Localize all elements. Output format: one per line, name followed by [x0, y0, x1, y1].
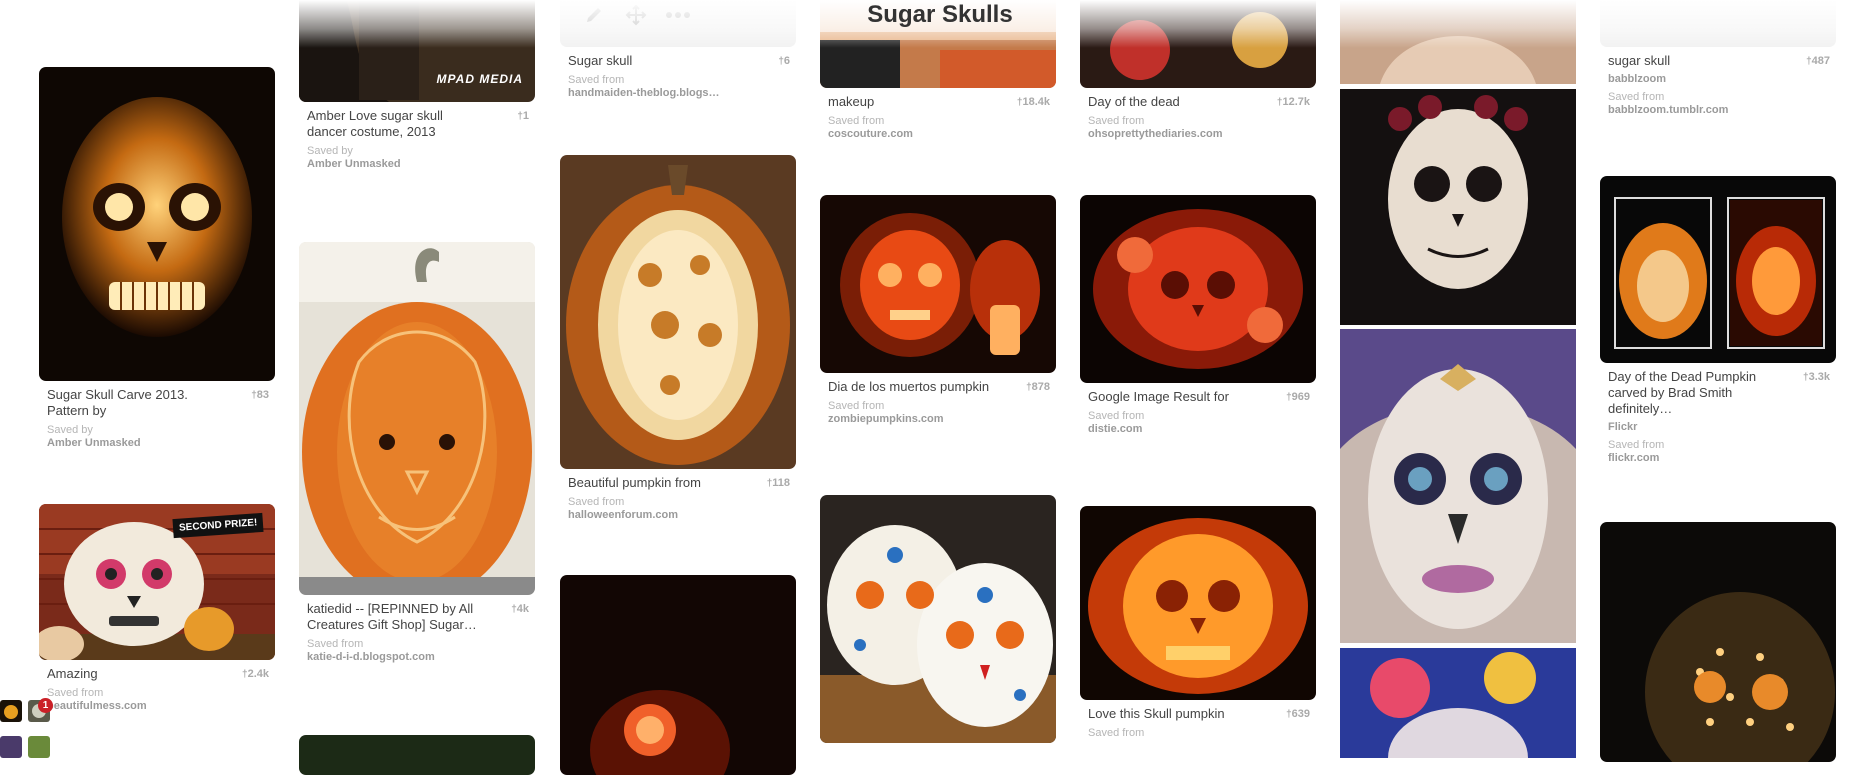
repin-count: 1 — [517, 110, 529, 122]
pin-description: katiedid -- [REPINNED by All Creatures G… — [307, 601, 477, 632]
pin-description: Sugar skull — [568, 53, 633, 68]
pin-source[interactable]: halloweenforum.com — [568, 509, 788, 522]
repin-count: 83 — [251, 389, 269, 401]
pin-description: Google Image Result for — [1088, 389, 1229, 404]
pin-rose-pumpkin[interactable] — [560, 575, 796, 775]
pin-description: Day of the dead — [1088, 94, 1180, 109]
saved-label: Saved from — [568, 496, 625, 508]
pin-source[interactable]: Amber Unmasked — [307, 158, 527, 171]
pin-description: Beautiful pumpkin from — [568, 475, 701, 490]
pin-love-skull[interactable]: Love this Skull pumpkin 639 Saved from — [1080, 506, 1316, 740]
repin-count: 4k — [511, 603, 529, 615]
repin-count: 18.4k — [1017, 96, 1050, 108]
notification-badge: 1 — [38, 698, 53, 713]
saved-label: Saved from — [828, 400, 885, 412]
saved-label: Saved from — [1608, 439, 1665, 451]
pin-image[interactable]: SECOND PRIZE! — [39, 504, 275, 660]
pin-image[interactable] — [1600, 522, 1836, 762]
pin-description: Amber Love sugar skull dancer costume, 2… — [307, 108, 443, 139]
saved-label: Saved by — [307, 145, 353, 157]
pin-source[interactable]: coscouture.com — [828, 128, 1048, 141]
notification-thumb[interactable] — [0, 736, 22, 758]
pin-amazing[interactable]: SECOND PRIZE! Amazing 2.4k Saved frombea… — [39, 504, 275, 713]
pin-image[interactable] — [1340, 329, 1576, 643]
pin-source[interactable]: flickr.com — [1608, 452, 1828, 465]
repin-count: 118 — [767, 477, 790, 489]
pin-image[interactable] — [1600, 176, 1836, 363]
saved-label: Saved from — [1088, 727, 1145, 739]
repin-count: 6 — [778, 55, 790, 67]
notification-thumb[interactable] — [28, 736, 50, 758]
pin-google-image[interactable]: Google Image Result for 969 Saved fromdi… — [1080, 195, 1316, 436]
pin-painted-pumpkins[interactable] — [820, 495, 1056, 743]
pin-source[interactable]: Amber Unmasked — [47, 437, 267, 450]
pin-partial[interactable] — [299, 735, 535, 775]
pin-description: makeup — [828, 94, 875, 109]
pin-source[interactable]: ohsoprettythediaries.com — [1088, 128, 1308, 141]
pin-image[interactable] — [1080, 195, 1316, 383]
pin-beautiful-pumpkin[interactable]: Beautiful pumpkin from 118 Saved fromhal… — [560, 155, 796, 522]
repin-count: 878 — [1026, 381, 1050, 393]
pin-source[interactable]: katie-d-i-d.blogspot.com — [307, 651, 527, 664]
repin-count: 969 — [1286, 391, 1310, 403]
pin-source[interactable]: distie.com — [1088, 423, 1308, 436]
pin-image[interactable] — [560, 155, 796, 469]
pin-source[interactable]: babblzoom.tumblr.com — [1608, 104, 1828, 117]
pin-blue-face[interactable] — [1340, 648, 1576, 758]
pin-image[interactable] — [820, 495, 1056, 743]
board-title-overlay: Sugar Skulls — [867, 1, 1013, 28]
pin-katiedid[interactable]: katiedid -- [REPINNED by All Creatures G… — [299, 242, 535, 664]
pin-image[interactable] — [39, 67, 275, 381]
pin-image[interactable] — [1340, 648, 1576, 758]
repin-count: 2.4k — [242, 668, 269, 680]
pin-image[interactable] — [820, 195, 1056, 373]
repin-count: 487 — [1806, 55, 1830, 67]
pin-image[interactable] — [1080, 506, 1316, 700]
pin-board[interactable]: babblzoom — [1608, 73, 1828, 86]
pin-dia-muertos[interactable]: Dia de los muertos pumpkin 878 Saved fro… — [820, 195, 1056, 426]
pin-image[interactable] — [299, 242, 535, 595]
pin-description: Amazing — [47, 666, 98, 681]
saved-label: Saved from — [828, 115, 885, 127]
saved-label: Saved from — [1088, 410, 1145, 422]
saved-label: Saved from — [568, 74, 625, 86]
pin-brad-smith[interactable]: Day of the Dead Pumpkin carved by Brad S… — [1600, 176, 1836, 465]
pin-purple-skull-face[interactable] — [1340, 329, 1576, 643]
notification-thumb[interactable] — [0, 700, 22, 722]
pin-source[interactable]: zombiepumpkins.com — [828, 413, 1048, 426]
saved-label: Saved from — [47, 687, 104, 699]
pin-description: sugar skull — [1608, 53, 1671, 68]
pin-description: Day of the Dead Pumpkin carved by Brad S… — [1608, 369, 1757, 416]
pin-catrina-face[interactable] — [1340, 89, 1576, 325]
pin-description: Love this Skull pumpkin — [1088, 706, 1225, 721]
repin-count: 12.7k — [1277, 96, 1310, 108]
saved-label: Saved by — [47, 424, 93, 436]
pin-image[interactable] — [299, 735, 535, 775]
pin-description: Sugar Skull Carve 2013. Pattern by — [47, 387, 188, 418]
pin-image[interactable] — [560, 575, 796, 775]
pin-source[interactable]: beautifulmess.com — [47, 700, 267, 713]
pin-description: Dia de los muertos pumpkin — [828, 379, 990, 394]
pin-sugar-skull-carve[interactable]: Sugar Skull Carve 2013. Pattern by 83 Sa… — [39, 67, 275, 450]
pin-board[interactable]: Flickr — [1608, 421, 1828, 434]
repin-count: 3.3k — [1803, 371, 1830, 383]
saved-label: Saved from — [1088, 115, 1145, 127]
watermark: MPAD MEDIA — [436, 72, 523, 86]
pin-image[interactable] — [1340, 89, 1576, 325]
saved-label: Saved from — [307, 638, 364, 650]
repin-count: 639 — [1286, 708, 1310, 720]
saved-label: Saved from — [1608, 91, 1665, 103]
pin-source[interactable]: handmaiden-theblog.blogs… — [568, 87, 788, 100]
pin-lantern-skull[interactable] — [1600, 522, 1836, 762]
